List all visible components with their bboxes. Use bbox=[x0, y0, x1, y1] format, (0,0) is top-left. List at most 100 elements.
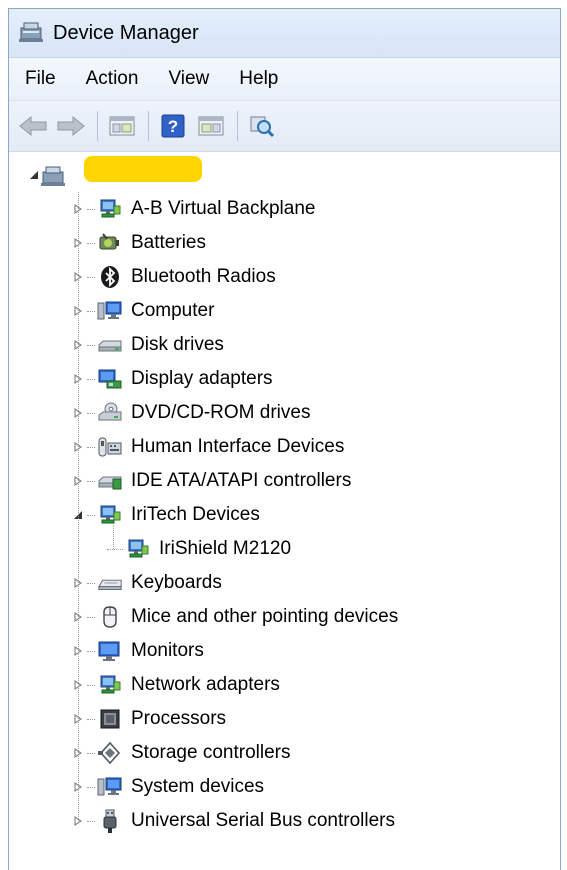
tree-item-label: Batteries bbox=[131, 232, 206, 253]
tree-item-label: Universal Serial Bus controllers bbox=[131, 810, 395, 831]
tree-device-irishield-m2120[interactable]: IriShield M2120 bbox=[9, 532, 560, 566]
tree-connector bbox=[87, 310, 95, 312]
tree-item-label: Mice and other pointing devices bbox=[131, 606, 399, 627]
tree-connector bbox=[87, 650, 95, 652]
tree-connector bbox=[87, 616, 95, 618]
computer-icon bbox=[97, 774, 123, 800]
tree-connector bbox=[87, 718, 95, 720]
tree-connector bbox=[87, 480, 95, 482]
tree-item-label: Processors bbox=[131, 708, 227, 729]
dvd-drive-icon bbox=[97, 400, 123, 426]
ide-controller-icon bbox=[97, 468, 123, 494]
tree-connector bbox=[87, 820, 95, 822]
battery-icon bbox=[97, 230, 123, 256]
tree-category-bluetooth-radios[interactable]: Bluetooth Radios bbox=[9, 260, 560, 294]
tree-category-network-adapters[interactable]: Network adapters bbox=[9, 668, 560, 702]
tree-item-label: IDE ATA/ATAPI controllers bbox=[131, 470, 352, 491]
tree-item-label: A-B Virtual Backplane bbox=[131, 198, 316, 219]
back-arrow-icon[interactable] bbox=[17, 110, 49, 142]
scan-hardware-changes-icon[interactable] bbox=[246, 110, 278, 142]
tree-category-iritech-devices[interactable]: IriTech Devices bbox=[9, 498, 560, 532]
processor-icon bbox=[97, 706, 123, 732]
network-card-icon bbox=[97, 672, 123, 698]
tree-connector bbox=[87, 208, 95, 210]
device-tree: A-B Virtual Backplane Batteries Bluetooth … bbox=[9, 151, 560, 870]
window-title: Device Manager bbox=[53, 21, 199, 44]
tree-category-dvd-cd-rom-drives[interactable]: DVD/CD-ROM drives bbox=[9, 396, 560, 430]
menu-bar: File Action View Help bbox=[9, 58, 560, 101]
tree-item-label: IriShield M2120 bbox=[159, 538, 292, 559]
redacted-computer-name bbox=[84, 156, 202, 182]
tree-item-label: System devices bbox=[131, 776, 265, 797]
hid-icon bbox=[97, 434, 123, 460]
title-bar: Device Manager bbox=[9, 9, 560, 58]
monitor-icon bbox=[97, 638, 123, 664]
tree-item-label: Disk drives bbox=[131, 334, 224, 355]
bluetooth-icon bbox=[97, 264, 123, 290]
tree-connector bbox=[87, 684, 95, 686]
tree-connector bbox=[87, 514, 95, 516]
menu-view[interactable]: View bbox=[152, 68, 223, 90]
tree-connector bbox=[87, 242, 95, 244]
tree-item-label: Storage controllers bbox=[131, 742, 291, 763]
tree-item-label: Human Interface Devices bbox=[131, 436, 345, 457]
tree-connector bbox=[87, 344, 95, 346]
tree-category-batteries[interactable]: Batteries bbox=[9, 226, 560, 260]
tree-category-computer[interactable]: Computer bbox=[9, 294, 560, 328]
tree-connector bbox=[87, 412, 95, 414]
show-hide-console-tree-icon[interactable] bbox=[106, 110, 138, 142]
tree-connector bbox=[87, 786, 95, 788]
tree-connector bbox=[107, 548, 123, 550]
tree-connector bbox=[87, 276, 95, 278]
tree-category-system-devices[interactable]: System devices bbox=[9, 770, 560, 804]
tree-item-label: Monitors bbox=[131, 640, 204, 661]
network-card-icon bbox=[125, 536, 151, 562]
forward-arrow-icon[interactable] bbox=[55, 110, 87, 142]
help-icon[interactable]: ? bbox=[157, 110, 189, 142]
tree-category-processors[interactable]: Processors bbox=[9, 702, 560, 736]
tree-category-disk-drives[interactable]: Disk drives bbox=[9, 328, 560, 362]
usb-icon bbox=[97, 808, 123, 834]
action-pane-icon[interactable] bbox=[195, 110, 227, 142]
tree-item-label: Bluetooth Radios bbox=[131, 266, 276, 287]
disk-drive-icon bbox=[97, 332, 123, 358]
display-adapter-icon bbox=[97, 366, 123, 392]
tree-item-label: DVD/CD-ROM drives bbox=[131, 402, 311, 423]
menu-file[interactable]: File bbox=[9, 68, 70, 90]
tree-connector bbox=[87, 446, 95, 448]
tree-item-label: Display adapters bbox=[131, 368, 273, 389]
tree-item-label: Computer bbox=[131, 300, 215, 321]
keyboard-icon bbox=[97, 570, 123, 596]
device-manager-window: Device Manager File Action View Help ? A… bbox=[8, 8, 561, 870]
tree-category-a-b-virtual-backplane[interactable]: A-B Virtual Backplane bbox=[9, 192, 560, 226]
collapse-triangle-icon[interactable] bbox=[27, 168, 41, 182]
tree-child-guide-line bbox=[113, 526, 114, 549]
tree-category-monitors[interactable]: Monitors bbox=[9, 634, 560, 668]
tree-category-ide-ata-atapi-controllers[interactable]: IDE ATA/ATAPI controllers bbox=[9, 464, 560, 498]
root-computer-icon bbox=[41, 162, 67, 188]
mouse-icon bbox=[97, 604, 123, 630]
network-card-icon bbox=[97, 502, 123, 528]
tree-category-universal-serial-bus-controllers[interactable]: Universal Serial Bus controllers bbox=[9, 804, 560, 838]
tree-category-display-adapters[interactable]: Display adapters bbox=[9, 362, 560, 396]
tree-category-keyboards[interactable]: Keyboards bbox=[9, 566, 560, 600]
toolbar-separator bbox=[237, 111, 238, 141]
tree-guide-line bbox=[78, 192, 79, 821]
tree-category-human-interface-devices[interactable]: Human Interface Devices bbox=[9, 430, 560, 464]
storage-controller-icon bbox=[97, 740, 123, 766]
tree-item-label: Keyboards bbox=[131, 572, 222, 593]
computer-icon bbox=[97, 298, 123, 324]
tree-connector bbox=[87, 752, 95, 754]
menu-help[interactable]: Help bbox=[223, 68, 292, 90]
menu-action[interactable]: Action bbox=[70, 68, 153, 90]
tree-connector bbox=[87, 378, 95, 380]
device-manager-icon bbox=[19, 19, 45, 48]
tree-item-label: IriTech Devices bbox=[131, 504, 260, 525]
network-card-icon bbox=[97, 196, 123, 222]
tree-category-storage-controllers[interactable]: Storage controllers bbox=[9, 736, 560, 770]
tree-connector bbox=[87, 582, 95, 584]
tree-category-mice-and-other-pointing-devices[interactable]: Mice and other pointing devices bbox=[9, 600, 560, 634]
svg-text:?: ? bbox=[168, 117, 178, 136]
toolbar-separator bbox=[97, 111, 98, 141]
toolbar-separator bbox=[148, 111, 149, 141]
